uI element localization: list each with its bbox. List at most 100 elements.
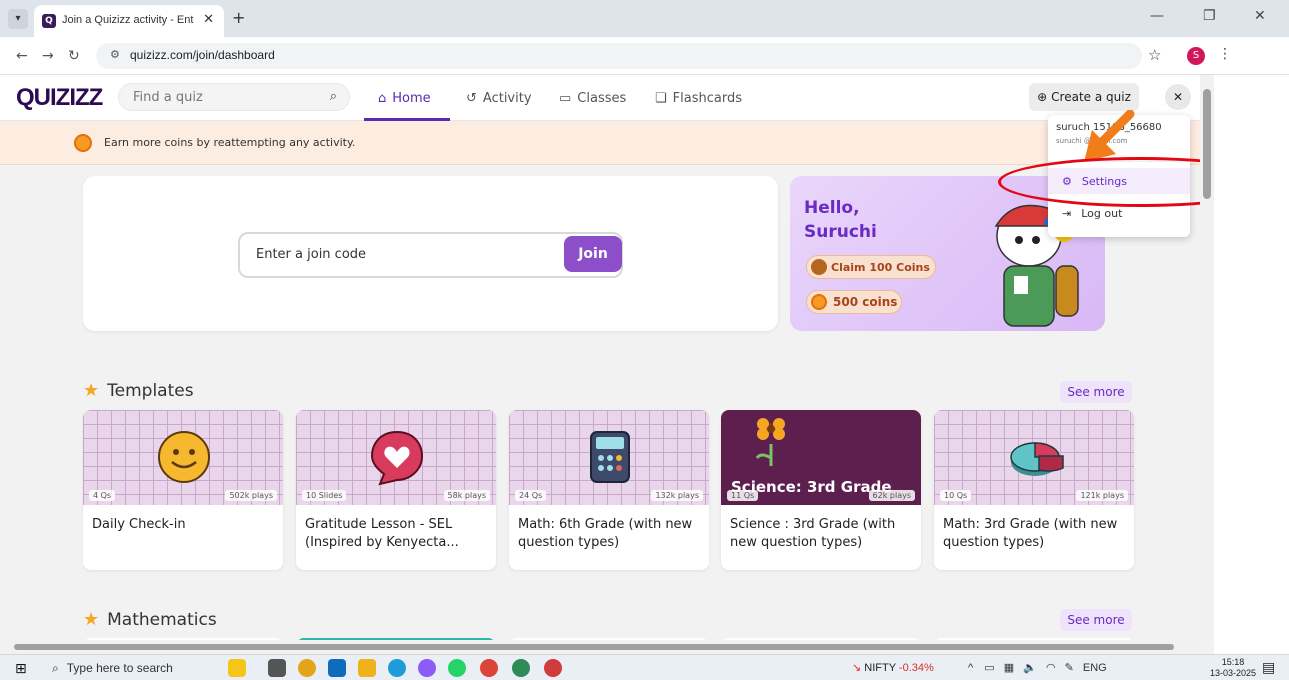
battery-icon[interactable]: ▭ (984, 662, 994, 674)
smiley-icon (158, 431, 210, 483)
close-menu-button[interactable]: ✕ (1165, 84, 1191, 110)
bookmark-star-icon[interactable]: ☆ (1148, 46, 1161, 64)
template-card[interactable]: 10 Slides 58k plays Gratitude Lesson - S… (296, 410, 496, 570)
coins-banner: Earn more coins by reattempting any acti… (0, 121, 1200, 165)
main-content: Enter a join code Join Hello, Suruchi Cl… (0, 165, 1200, 648)
site-info-icon[interactable]: ⚙ (110, 48, 120, 61)
question-count-badge: 4 Qs (89, 490, 116, 501)
template-card[interactable]: 10 Qs 121k plays Math: 3rd Grade (with n… (934, 410, 1134, 570)
minimize-icon[interactable]: — (1150, 8, 1164, 24)
claim-coins-button[interactable]: Claim 100 Coins (806, 255, 936, 279)
plays-badge: 121k plays (1076, 490, 1128, 501)
tab-close-icon[interactable]: ✕ (203, 12, 214, 27)
clock-time: 15:18 (1221, 657, 1245, 667)
plays-badge: 132k plays (651, 490, 703, 501)
search-icon[interactable]: ⌕ (330, 89, 337, 104)
join-button[interactable]: Join (564, 236, 622, 272)
nifty-ticker[interactable]: ↘ NIFTY -0.34% (852, 661, 934, 674)
logout-icon: ⇥ (1062, 206, 1072, 220)
copilot-icon[interactable] (228, 659, 246, 677)
quizizz-logo[interactable]: QUIZIZZ (16, 84, 103, 112)
horizontal-scrollbar[interactable] (0, 640, 1200, 654)
calculator-icon (590, 431, 630, 483)
page-margin (1214, 75, 1289, 654)
address-bar: ← → ↻ ⚙ quizizz.com/join/dashboard ☆ S ⋮ (0, 37, 1289, 75)
classes-icon: ▭ (559, 90, 572, 106)
profile-avatar[interactable]: S (1187, 47, 1205, 65)
outlook-icon[interactable] (328, 659, 346, 677)
tab-search-chevron-icon[interactable]: ▾ (8, 9, 28, 29)
whatsapp-icon[interactable] (448, 659, 466, 677)
restore-icon[interactable]: ❐ (1203, 8, 1216, 24)
url-text: quizizz.com/join/dashboard (130, 48, 275, 62)
taskbar-search[interactable]: ⌕ Type here to search (44, 657, 214, 679)
notifications-icon[interactable]: ▤ (1262, 660, 1275, 676)
plays-badge: 58k plays (443, 490, 490, 501)
taskbar-clock[interactable]: 15:18 13-03-2025 (1210, 657, 1256, 679)
template-thumbnail: 10 Slides 58k plays (296, 410, 496, 505)
copilot-app-icon[interactable] (418, 659, 436, 677)
templates-see-more-button[interactable]: See more (1060, 381, 1132, 403)
tab-title: Join a Quizizz activity - Enter co (62, 14, 194, 26)
chrome-icon[interactable] (298, 659, 316, 677)
coin-icon (811, 294, 827, 310)
clock-date: 13-03-2025 (1210, 668, 1257, 678)
question-count-badge: 24 Qs (515, 490, 547, 501)
vertical-scrollbar[interactable] (1200, 75, 1214, 640)
chrome-profile-icon[interactable] (480, 659, 498, 677)
create-quiz-button[interactable]: ⊕ Create a quiz (1029, 83, 1139, 111)
url-field[interactable]: ⚙ quizizz.com/join/dashboard (96, 43, 1142, 69)
nav-flashcards[interactable]: ❏ Flashcards (655, 75, 742, 121)
template-title: Math: 3rd Grade (with new question types… (943, 517, 1118, 550)
back-icon[interactable]: ← (16, 48, 28, 64)
vertical-scroll-thumb[interactable] (1203, 89, 1211, 199)
templates-title: Templates (107, 380, 194, 401)
question-count-badge: 11 Qs (727, 490, 759, 501)
wifi-icon[interactable]: ◠ (1046, 662, 1056, 674)
nifty-change: -0.34% (898, 662, 934, 674)
windows-start-icon[interactable]: ⊞ (15, 661, 27, 677)
join-code-input[interactable]: Enter a join code Join (238, 232, 623, 278)
browser-tab[interactable]: Q Join a Quizizz activity - Enter co ✕ (34, 5, 224, 37)
taskbar-search-placeholder: Type here to search (66, 661, 173, 675)
template-title: Daily Check-in (92, 517, 186, 532)
horizontal-scroll-thumb[interactable] (14, 644, 1174, 650)
nav-home-label: Home (392, 90, 431, 106)
new-tab-button[interactable]: + (232, 8, 245, 27)
quizizz-favicon-icon: Q (42, 14, 56, 28)
nav-activity[interactable]: ↺ Activity (466, 75, 532, 121)
edge-icon[interactable] (388, 659, 406, 677)
language-indicator[interactable]: ENG (1083, 662, 1107, 674)
pen-icon[interactable]: ✎ (1065, 662, 1074, 674)
nav-home[interactable]: ⌂ Home (378, 75, 431, 121)
mathematics-heading: ★ Mathematics (83, 609, 217, 630)
task-view-icon[interactable] (268, 659, 286, 677)
network-icon[interactable]: ▦ (1004, 662, 1014, 674)
system-tray[interactable]: ^ ▭ ▦ 🔈 ◠ ✎ ENG (968, 661, 1107, 674)
chrome-profile-icon[interactable] (544, 659, 562, 677)
quiz-search-input[interactable]: Find a quiz ⌕ (118, 83, 350, 111)
home-icon: ⌂ (378, 90, 387, 106)
browser-menu-icon[interactable]: ⋮ (1218, 46, 1232, 62)
nav-flashcards-label: Flashcards (672, 90, 742, 106)
forward-icon[interactable]: → (42, 48, 54, 64)
nav-classes[interactable]: ▭ Classes (559, 75, 626, 121)
template-card[interactable]: 24 Qs 132k plays Math: 6th Grade (with n… (509, 410, 709, 570)
template-card[interactable]: 4 Qs 502k plays Daily Check-in (83, 410, 283, 570)
plus-circle-icon: ⊕ (1037, 90, 1048, 104)
window-close-icon[interactable]: ✕ (1254, 8, 1266, 24)
templates-heading: ★ Templates (83, 380, 194, 401)
chrome-profile-icon[interactable] (512, 659, 530, 677)
reload-icon[interactable]: ↻ (68, 48, 80, 64)
template-thumbnail: 24 Qs 132k plays (509, 410, 709, 505)
file-explorer-icon[interactable] (358, 659, 376, 677)
browser-tab-bar: ▾ Q Join a Quizizz activity - Enter co ✕… (0, 0, 1289, 37)
chevron-up-icon[interactable]: ^ (968, 662, 973, 674)
flower-icon (755, 418, 785, 466)
search-placeholder: Find a quiz (133, 90, 203, 105)
volume-icon[interactable]: 🔈 (1023, 662, 1037, 674)
template-card[interactable]: Science: 3rd Grade 11 Qs 62k plays Scien… (721, 410, 921, 570)
template-title: Math: 6th Grade (with new question types… (518, 517, 693, 550)
nav-classes-label: Classes (577, 90, 627, 106)
mathematics-see-more-button[interactable]: See more (1060, 609, 1132, 631)
